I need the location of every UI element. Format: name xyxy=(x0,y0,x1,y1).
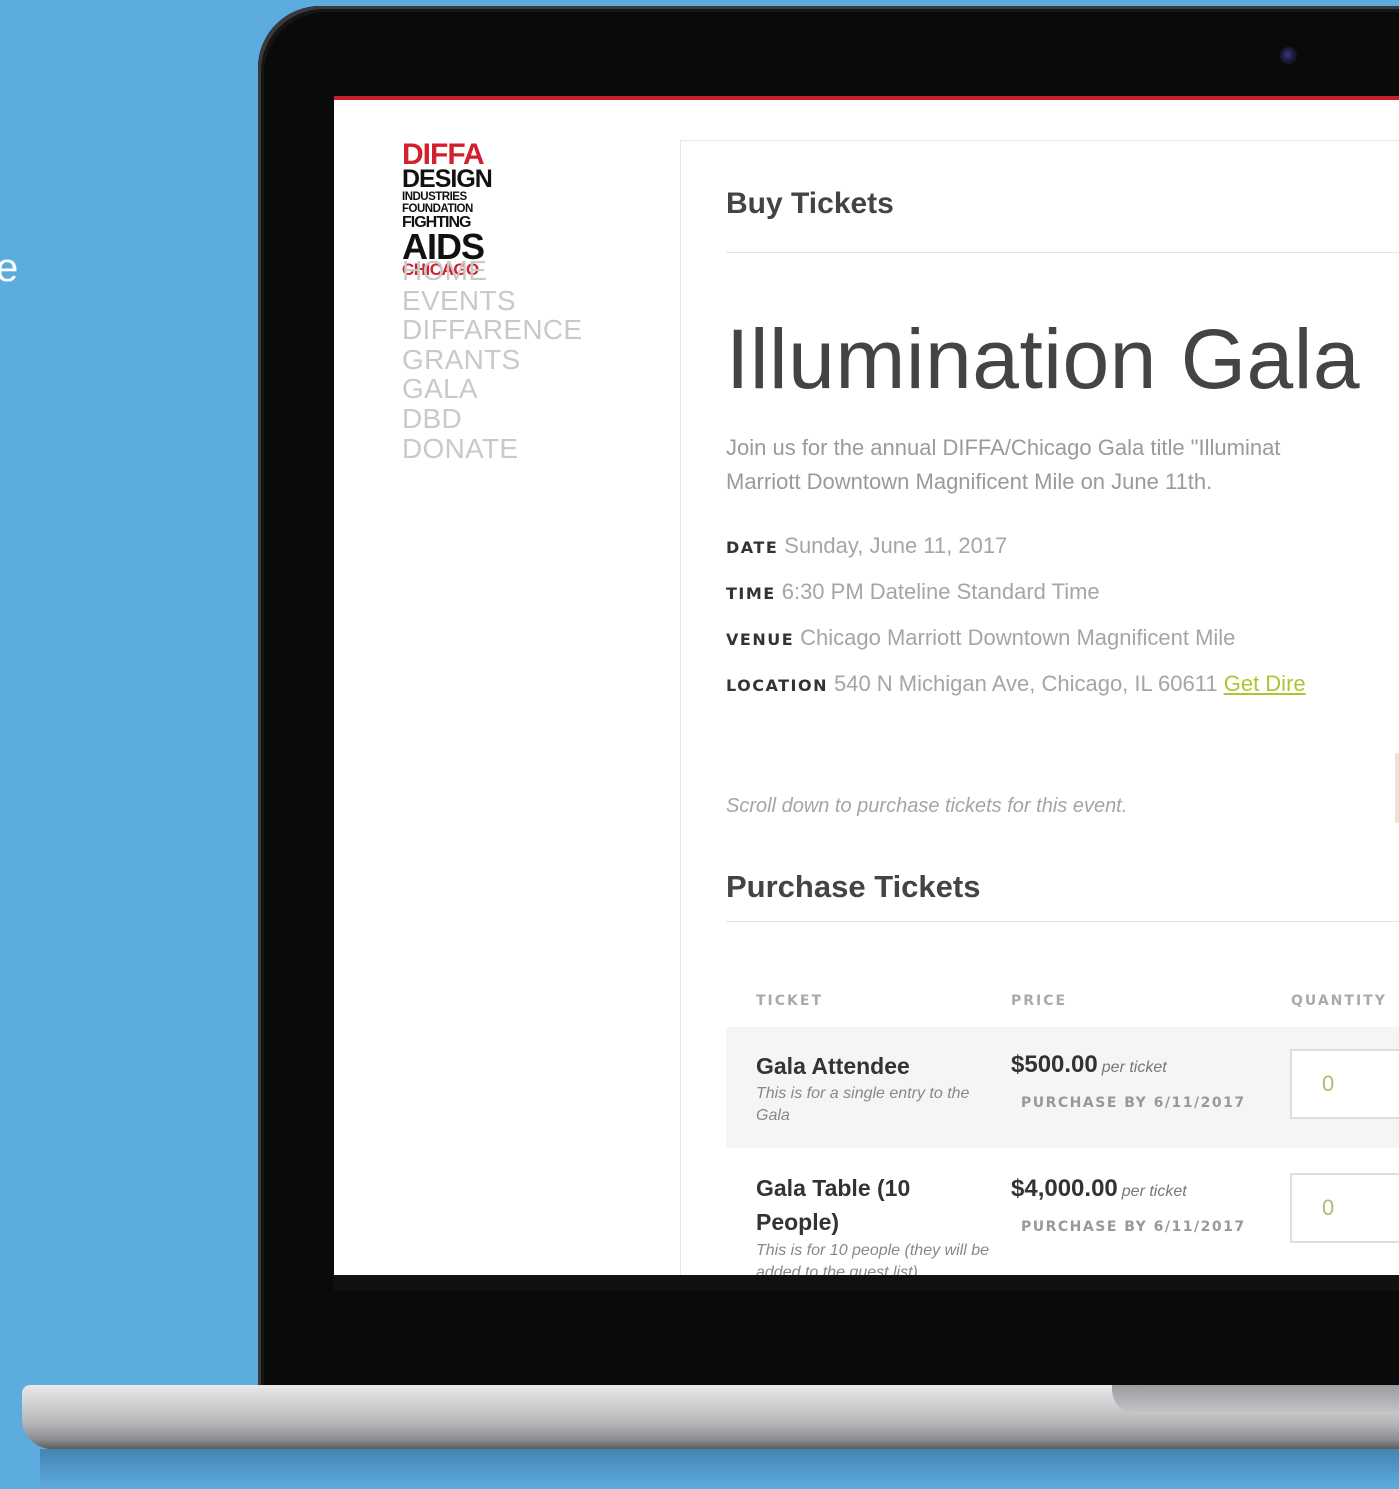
nav-item-events[interactable]: EVENTS xyxy=(402,285,582,316)
ticket-price: $500.00 per ticket xyxy=(1011,1051,1167,1079)
description-line: Marriott Downtown Magnificent Mile on Ju… xyxy=(726,469,1213,494)
table-row: Gala Attendee This is for a single entry… xyxy=(726,1027,1399,1148)
venue-value: Chicago Marriott Downtown Magnificent Mi… xyxy=(800,625,1236,650)
nav-item-grants[interactable]: GRANTS xyxy=(402,345,582,375)
price-value: $500.00 xyxy=(1011,1051,1098,1078)
background-text-fragment: e xyxy=(0,246,19,290)
column-header-ticket: TICKET xyxy=(756,993,823,1009)
event-venue: Venue Chicago Marriott Downtown Magnifice… xyxy=(726,625,1235,651)
purchase-by: PURCHASE BY 6/11/2017 xyxy=(1021,1219,1246,1235)
venue-label: Venue xyxy=(726,630,795,649)
divider xyxy=(726,921,1399,922)
date-label: Date xyxy=(726,538,779,557)
nav-item-gala[interactable]: GALA xyxy=(402,374,582,404)
nav-item-donate[interactable]: DONATE xyxy=(402,433,582,464)
nav-item-diffarence[interactable]: DIFFARENCE xyxy=(402,315,582,345)
divider xyxy=(726,252,1399,253)
column-header-quantity: QUANTITY xyxy=(1291,993,1387,1009)
event-time: Time 6:30 PM Dateline Standard Time xyxy=(726,579,1100,605)
ticket-card: Buy Tickets Illumination Gala Join us fo… xyxy=(680,140,1399,1275)
laptop-shadow xyxy=(40,1449,1399,1489)
nav-item-dbd[interactable]: DBD xyxy=(402,404,582,434)
time-label: Time xyxy=(726,584,776,603)
purchase-by: PURCHASE BY 6/11/2017 xyxy=(1021,1095,1246,1111)
price-value: $4,000.00 xyxy=(1011,1175,1118,1202)
screen-lower-bezel xyxy=(334,1275,1399,1291)
webcam-icon xyxy=(1280,47,1297,64)
location-value: 540 N Michigan Ave, Chicago, IL 60611 xyxy=(833,671,1218,696)
event-title: Illumination Gala xyxy=(726,312,1361,406)
description-line: Join us for the annual DIFFA/Chicago Gal… xyxy=(726,435,1281,460)
event-location: Location 540 N Michigan Ave, Chicago, IL … xyxy=(726,671,1306,697)
partial-button-edge[interactable] xyxy=(1395,753,1399,823)
price-unit: per ticket xyxy=(1101,1059,1167,1076)
table-row: Gala Table (10 People) This is for 10 pe… xyxy=(726,1151,1399,1275)
logo-line: DESIGN xyxy=(402,165,493,193)
column-header-price: PRICE xyxy=(1011,993,1068,1009)
ticket-description: This is for 10 people (they will be adde… xyxy=(756,1242,989,1275)
get-directions-link[interactable]: Get Dire xyxy=(1224,671,1306,696)
main-nav: HOME EVENTS DIFFARENCE GRANTS GALA DBD D… xyxy=(402,256,582,463)
ticket-price: $4,000.00 per ticket xyxy=(1011,1175,1187,1203)
ticket-name: Gala Table (10 People) xyxy=(756,1175,911,1235)
laptop-screen: DIFFA DESIGN INDUSTRIES FOUNDATION FIGHT… xyxy=(334,96,1399,1275)
time-value: 6:30 PM Dateline Standard Time xyxy=(781,579,1100,604)
date-value: Sunday, June 11, 2017 xyxy=(784,533,1008,558)
quantity-input[interactable]: 0 xyxy=(1290,1173,1399,1243)
page-title: Buy Tickets xyxy=(726,187,894,220)
event-date: Date Sunday, June 11, 2017 xyxy=(726,533,1007,559)
ticket-description: This is for a single entry to the Gala xyxy=(756,1085,970,1124)
price-unit: per ticket xyxy=(1121,1183,1187,1200)
purchase-heading: Purchase Tickets xyxy=(726,869,981,904)
quantity-input[interactable]: 0 xyxy=(1290,1049,1399,1119)
scroll-note: Scroll down to purchase tickets for this… xyxy=(726,795,1128,817)
logo-line: INDUSTRIES xyxy=(402,191,467,203)
location-label: Location xyxy=(726,676,828,695)
ticket-name: Gala Attendee xyxy=(756,1053,910,1079)
nav-item-home[interactable]: HOME xyxy=(402,256,582,286)
laptop-hinge-notch xyxy=(1112,1385,1399,1415)
event-description: Join us for the annual DIFFA/Chicago Gal… xyxy=(726,431,1399,499)
